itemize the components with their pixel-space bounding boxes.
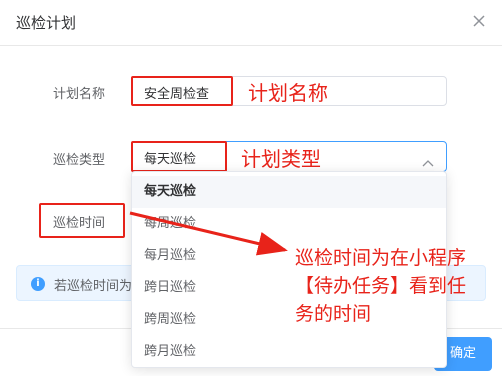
plan-name-annotation: 计划名称 [248,81,328,105]
info-icon: i [31,277,45,291]
dropdown-option[interactable]: 每天巡检 [132,176,446,208]
plan-type-label: 巡检类型 [53,153,106,168]
plan-name-label: 计划名称 [53,87,106,102]
inspect-time-highlight-box [39,203,125,238]
chevron-up-icon [422,152,434,167]
header-divider [0,45,502,46]
annotation-line: 务的时间 [295,303,372,325]
close-icon[interactable] [470,12,488,30]
dropdown-option[interactable]: 每周巡检 [132,208,446,240]
annotation-line: 巡检时间为在小程序 [295,247,467,269]
dropdown-option[interactable]: 跨月巡检 [132,336,446,368]
plan-name-highlight-box [131,76,233,106]
annotation-line: 【待办任务】看到任 [295,275,467,297]
plan-type-annotation: 计划类型 [241,147,321,171]
info-text: 若巡检时间为 [54,279,133,294]
dialog-title: 巡检计划 [16,14,77,32]
inspect-time-annotation: 巡检时间为在小程序 【待办任务】看到任 务的时间 [295,244,466,328]
plan-type-highlight-box [131,141,227,172]
